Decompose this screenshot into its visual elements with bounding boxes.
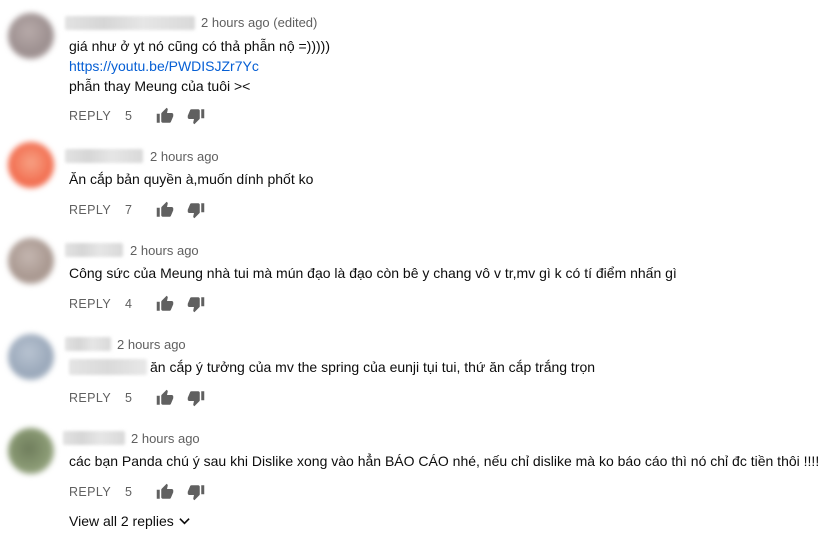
comment-text: phẫn thay Meung của tuôi ><	[69, 78, 251, 94]
thumbs-up-icon[interactable]	[155, 201, 175, 219]
thumbs-down-icon[interactable]	[186, 201, 206, 219]
thumbs-up-icon[interactable]	[155, 483, 175, 501]
comment-timestamp[interactable]: 2 hours ago	[131, 431, 200, 447]
like-count: 7	[125, 203, 132, 217]
thumbs-down-icon[interactable]	[186, 483, 206, 501]
thumbs-up-icon[interactable]	[155, 295, 175, 313]
comment-text: các bạn Panda chú ý sau khi Dislike xong…	[69, 453, 820, 469]
comment-text: Công sức của Meung nhà tui mà mún đạo là…	[69, 265, 677, 281]
reply-button[interactable]: REPLY	[69, 108, 125, 124]
like-count: 5	[125, 485, 132, 499]
reply-button[interactable]: REPLY	[69, 296, 125, 312]
thumbs-down-icon[interactable]	[186, 107, 206, 125]
thumbs-down-icon[interactable]	[186, 295, 206, 313]
author-name[interactable]	[65, 149, 143, 163]
like-count: 4	[125, 297, 132, 311]
avatar[interactable]	[8, 13, 54, 59]
thumbs-up-icon[interactable]	[155, 107, 175, 125]
comment-text: ăn cắp ý tưởng của mv the spring của eun…	[150, 359, 596, 375]
comment-actions: REPLY 5	[69, 482, 206, 502]
comment-timestamp[interactable]: 2 hours ago	[117, 337, 186, 353]
comment-actions: REPLY 5	[69, 388, 206, 408]
comment-actions: REPLY 5	[69, 106, 206, 126]
view-replies-button[interactable]: View all 2 replies	[69, 512, 190, 530]
avatar[interactable]	[8, 142, 54, 188]
comment-actions: REPLY 4	[69, 294, 206, 314]
thumbs-down-icon[interactable]	[186, 389, 206, 407]
comment-timestamp[interactable]: 2 hours ago (edited)	[201, 15, 317, 31]
like-count: 5	[125, 109, 132, 123]
comment-timestamp[interactable]: 2 hours ago	[130, 243, 199, 259]
like-count: 5	[125, 391, 132, 405]
comment-link[interactable]: https://youtu.be/PWDISJZr7Yc	[69, 57, 259, 75]
author-name[interactable]	[63, 431, 125, 445]
comment-text: giá như ở yt nó cũng có thả phẫn nộ =)))…	[69, 38, 330, 54]
chevron-down-icon	[179, 518, 190, 525]
reply-button[interactable]: REPLY	[69, 484, 125, 500]
author-name[interactable]	[65, 337, 111, 351]
comment-actions: REPLY 7	[69, 200, 206, 220]
comment-text: Ăn cắp bản quyền à,muốn dính phốt ko	[69, 171, 314, 187]
thumbs-up-icon[interactable]	[155, 389, 175, 407]
mention-tag[interactable]	[69, 359, 147, 375]
author-name[interactable]	[65, 16, 195, 30]
avatar[interactable]	[8, 428, 54, 474]
avatar[interactable]	[8, 334, 54, 380]
reply-button[interactable]: REPLY	[69, 202, 125, 218]
reply-button[interactable]: REPLY	[69, 390, 125, 406]
avatar[interactable]	[8, 238, 54, 284]
author-name[interactable]	[65, 243, 123, 257]
view-replies-label: View all 2 replies	[69, 513, 174, 529]
comment-timestamp[interactable]: 2 hours ago	[150, 149, 219, 165]
